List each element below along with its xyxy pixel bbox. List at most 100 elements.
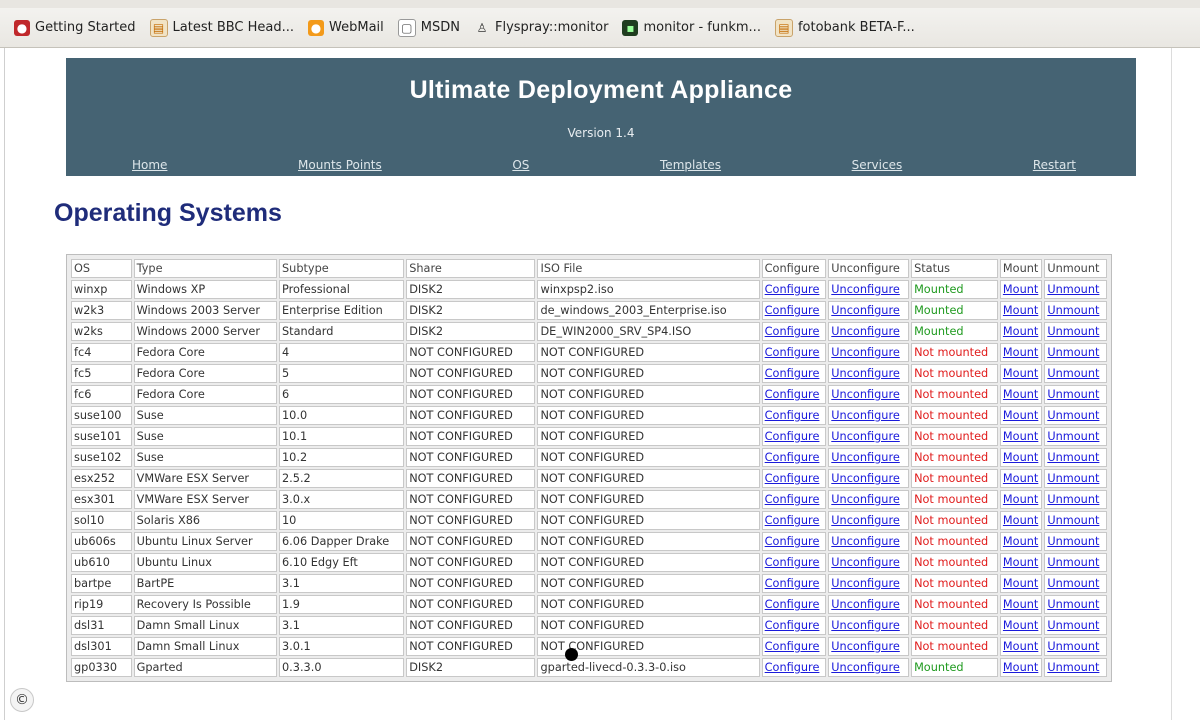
unmount-link[interactable]: Unmount (1047, 661, 1099, 674)
subtype-cell: 10.2 (282, 451, 308, 464)
mount-link[interactable]: Mount (1003, 409, 1038, 422)
table-cell: Mount (999, 595, 1043, 614)
unconfigure-link[interactable]: Unconfigure (831, 472, 900, 485)
mount-link[interactable]: Mount (1003, 556, 1038, 569)
configure-link[interactable]: Configure (765, 409, 820, 422)
mount-link[interactable]: Mount (1003, 367, 1038, 380)
unmount-link[interactable]: Unmount (1047, 367, 1099, 380)
unconfigure-link[interactable]: Unconfigure (831, 451, 900, 464)
mount-link[interactable]: Mount (1003, 388, 1038, 401)
unconfigure-link[interactable]: Unconfigure (831, 430, 900, 443)
unmount-link[interactable]: Unmount (1047, 556, 1099, 569)
mount-link[interactable]: Mount (1003, 577, 1038, 590)
unmount-link[interactable]: Unmount (1047, 325, 1099, 338)
bookmark-item[interactable]: ▪ monitor - funkm... (622, 19, 761, 36)
bookmark-item[interactable]: ● WebMail (308, 19, 384, 36)
unconfigure-link[interactable]: Unconfigure (831, 388, 900, 401)
table-cell: w2k3 (71, 301, 132, 320)
table-cell: Mount (999, 280, 1043, 299)
unmount-link[interactable]: Unmount (1047, 577, 1099, 590)
mount-link[interactable]: Mount (1003, 304, 1038, 317)
configure-link[interactable]: Configure (765, 619, 820, 632)
unmount-link[interactable]: Unmount (1047, 514, 1099, 527)
bookmark-item[interactable]: ▤ fotobank BETA-F... (774, 18, 915, 37)
unmount-link[interactable]: Unmount (1047, 535, 1099, 548)
mount-link[interactable]: Mount (1003, 325, 1038, 338)
nav-restart[interactable]: Restart (1033, 158, 1076, 172)
mount-link[interactable]: Mount (1003, 346, 1038, 359)
unconfigure-link[interactable]: Unconfigure (831, 598, 900, 611)
unmount-link[interactable]: Unmount (1047, 283, 1099, 296)
mount-link[interactable]: Mount (1003, 640, 1038, 653)
configure-link[interactable]: Configure (765, 346, 820, 359)
unmount-link[interactable]: Unmount (1047, 430, 1099, 443)
unconfigure-link[interactable]: Unconfigure (831, 640, 900, 653)
configure-link[interactable]: Configure (765, 388, 820, 401)
nav-templates[interactable]: Templates (660, 158, 721, 172)
table-cell: Professional (279, 280, 405, 299)
bookmark-item[interactable]: ♙ Flyspray::monitor (474, 20, 609, 36)
configure-link[interactable]: Configure (765, 577, 820, 590)
unconfigure-link[interactable]: Unconfigure (831, 535, 900, 548)
nav-home[interactable]: Home (132, 158, 167, 172)
unmount-link[interactable]: Unmount (1047, 304, 1099, 317)
configure-link[interactable]: Configure (765, 451, 820, 464)
configure-link[interactable]: Configure (765, 367, 820, 380)
unmount-link[interactable]: Unmount (1047, 409, 1099, 422)
unconfigure-link[interactable]: Unconfigure (831, 619, 900, 632)
configure-link[interactable]: Configure (765, 514, 820, 527)
nav-services[interactable]: Services (852, 158, 903, 172)
mount-link[interactable]: Mount (1003, 619, 1038, 632)
bookmark-item[interactable]: ● Getting Started (14, 19, 136, 36)
unmount-link[interactable]: Unmount (1047, 640, 1099, 653)
unconfigure-link[interactable]: Unconfigure (831, 346, 900, 359)
mount-link[interactable]: Mount (1003, 493, 1038, 506)
table-cell: Configure (761, 511, 827, 530)
configure-link[interactable]: Configure (765, 556, 820, 569)
column-header: Mount (999, 259, 1043, 278)
mount-link[interactable]: Mount (1003, 535, 1038, 548)
mount-link[interactable]: Mount (1003, 430, 1038, 443)
unmount-link[interactable]: Unmount (1047, 346, 1099, 359)
unconfigure-link[interactable]: Unconfigure (831, 661, 900, 674)
bookmark-item[interactable]: ▢ MSDN (397, 18, 460, 37)
configure-link[interactable]: Configure (765, 661, 820, 674)
unconfigure-link[interactable]: Unconfigure (831, 577, 900, 590)
mount-link[interactable]: Mount (1003, 514, 1038, 527)
unconfigure-link[interactable]: Unconfigure (831, 493, 900, 506)
unconfigure-link[interactable]: Unconfigure (831, 367, 900, 380)
unconfigure-link[interactable]: Unconfigure (831, 325, 900, 338)
unconfigure-link[interactable]: Unconfigure (831, 409, 900, 422)
configure-link[interactable]: Configure (765, 640, 820, 653)
configure-link[interactable]: Configure (765, 283, 820, 296)
unmount-link[interactable]: Unmount (1047, 472, 1099, 485)
configure-link[interactable]: Configure (765, 325, 820, 338)
unmount-link[interactable]: Unmount (1047, 598, 1099, 611)
main-nav: Home Mounts Points OS Templates Services… (66, 158, 1136, 172)
table-cell: Configure (761, 322, 827, 341)
configure-link[interactable]: Configure (765, 430, 820, 443)
nav-mount-points[interactable]: Mounts Points (298, 158, 382, 172)
unconfigure-link[interactable]: Unconfigure (831, 304, 900, 317)
unmount-link[interactable]: Unmount (1047, 451, 1099, 464)
mount-link[interactable]: Mount (1003, 598, 1038, 611)
unmount-link[interactable]: Unmount (1047, 493, 1099, 506)
configure-link[interactable]: Configure (765, 493, 820, 506)
nav-os[interactable]: OS (512, 158, 529, 172)
mount-link[interactable]: Mount (1003, 661, 1038, 674)
mount-link[interactable]: Mount (1003, 472, 1038, 485)
unconfigure-link[interactable]: Unconfigure (831, 556, 900, 569)
mount-link[interactable]: Mount (1003, 283, 1038, 296)
bookmark-item[interactable]: ▤ Latest BBC Head... (149, 18, 294, 37)
configure-link[interactable]: Configure (765, 472, 820, 485)
table-row: dsl31 Damn Small Linux 3.1 NOT CONFIGURED NO… (71, 616, 1107, 635)
unmount-link[interactable]: Unmount (1047, 388, 1099, 401)
table-cell: dsl31 (71, 616, 132, 635)
configure-link[interactable]: Configure (765, 598, 820, 611)
unconfigure-link[interactable]: Unconfigure (831, 514, 900, 527)
unconfigure-link[interactable]: Unconfigure (831, 283, 900, 296)
configure-link[interactable]: Configure (765, 304, 820, 317)
mount-link[interactable]: Mount (1003, 451, 1038, 464)
unmount-link[interactable]: Unmount (1047, 619, 1099, 632)
configure-link[interactable]: Configure (765, 535, 820, 548)
